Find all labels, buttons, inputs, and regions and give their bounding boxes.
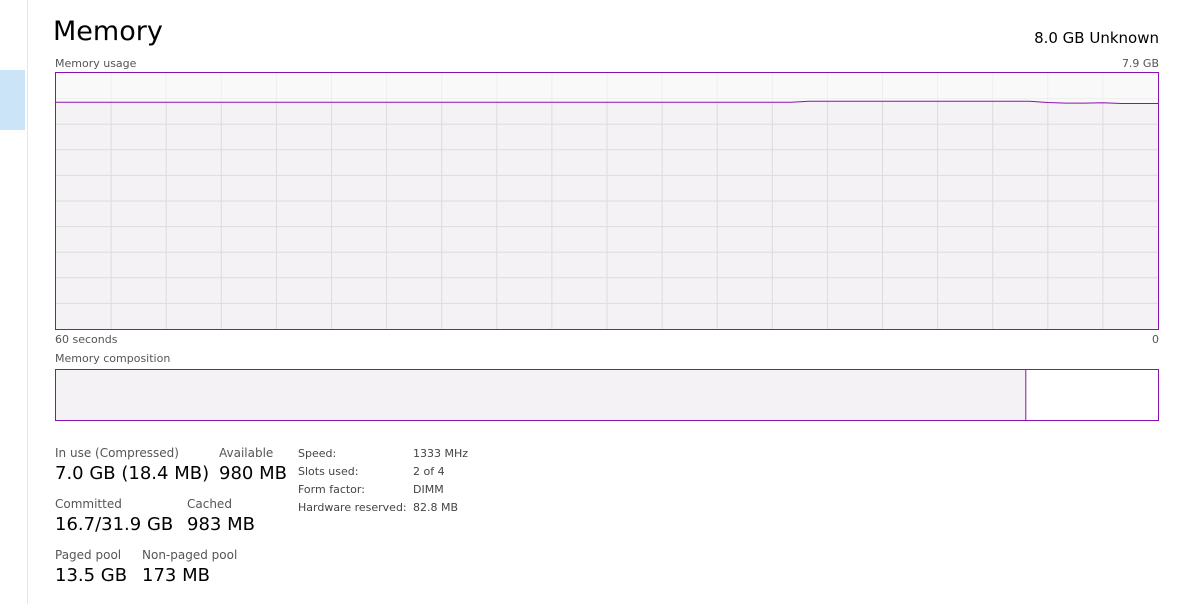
stat-available: Available 980 MB — [219, 446, 287, 484]
stat-paged-pool: Paged pool 13.5 GB — [55, 548, 127, 586]
stat-cached: Cached 983 MB — [187, 497, 255, 535]
stat-in-use: In use (Compressed) 7.0 GB (18.4 MB) — [55, 446, 209, 484]
stat-nonpaged-pool: Non-paged pool 173 MB — [142, 548, 237, 586]
stat-cached-label: Cached — [187, 497, 232, 511]
detail-slots-label: Slots used: — [298, 465, 359, 478]
graph-label: Memory usage — [55, 57, 137, 70]
stat-committed-label: Committed — [55, 497, 122, 511]
unused-area — [56, 73, 1158, 104]
stat-paged-pool-value: 13.5 GB — [55, 565, 128, 586]
graph-time-label: 60 seconds — [55, 333, 118, 346]
detail-reserved-label: Hardware reserved: — [298, 501, 407, 514]
composition-label: Memory composition — [55, 352, 171, 365]
detail-reserved-value: 82.8 MB — [413, 501, 459, 514]
detail-speed-label: Speed: — [298, 447, 337, 460]
detail-form-label: Form factor: — [298, 483, 365, 496]
selected-nav-item[interactable] — [0, 70, 25, 130]
stat-committed-value: 16.7/31.9 GB — [55, 514, 174, 535]
detail-form-value: DIMM — [413, 483, 444, 496]
stat-available-label: Available — [219, 446, 274, 460]
stat-available-value: 980 MB — [219, 463, 287, 484]
stat-cached-value: 983 MB — [187, 514, 255, 535]
stat-paged-pool-label: Paged pool — [55, 548, 122, 562]
memory-usage-graph — [55, 72, 1159, 330]
left-nav-strip — [0, 0, 28, 604]
stat-in-use-value: 7.0 GB (18.4 MB) — [55, 463, 210, 484]
detail-speed-value: 1333 MHz — [413, 447, 469, 460]
graph-min-label: 0 — [1152, 333, 1159, 346]
stat-in-use-label: In use (Compressed) — [55, 446, 179, 460]
memory-device-info: 8.0 GB Unknown — [1034, 29, 1159, 47]
stat-nonpaged-pool-label: Non-paged pool — [142, 548, 238, 562]
memory-usage-chart — [56, 73, 1158, 329]
memory-composition-bar — [55, 369, 1159, 421]
detail-slots-value: 2 of 4 — [413, 465, 445, 478]
in-use-segment — [56, 370, 1026, 420]
composition-chart — [56, 370, 1027, 420]
graph-max-label: 7.9 GB — [1121, 57, 1159, 70]
page-title: Memory — [53, 16, 163, 47]
stat-committed: Committed 16.7/31.9 GB — [55, 497, 173, 535]
stat-nonpaged-pool-value: 173 MB — [142, 565, 210, 586]
